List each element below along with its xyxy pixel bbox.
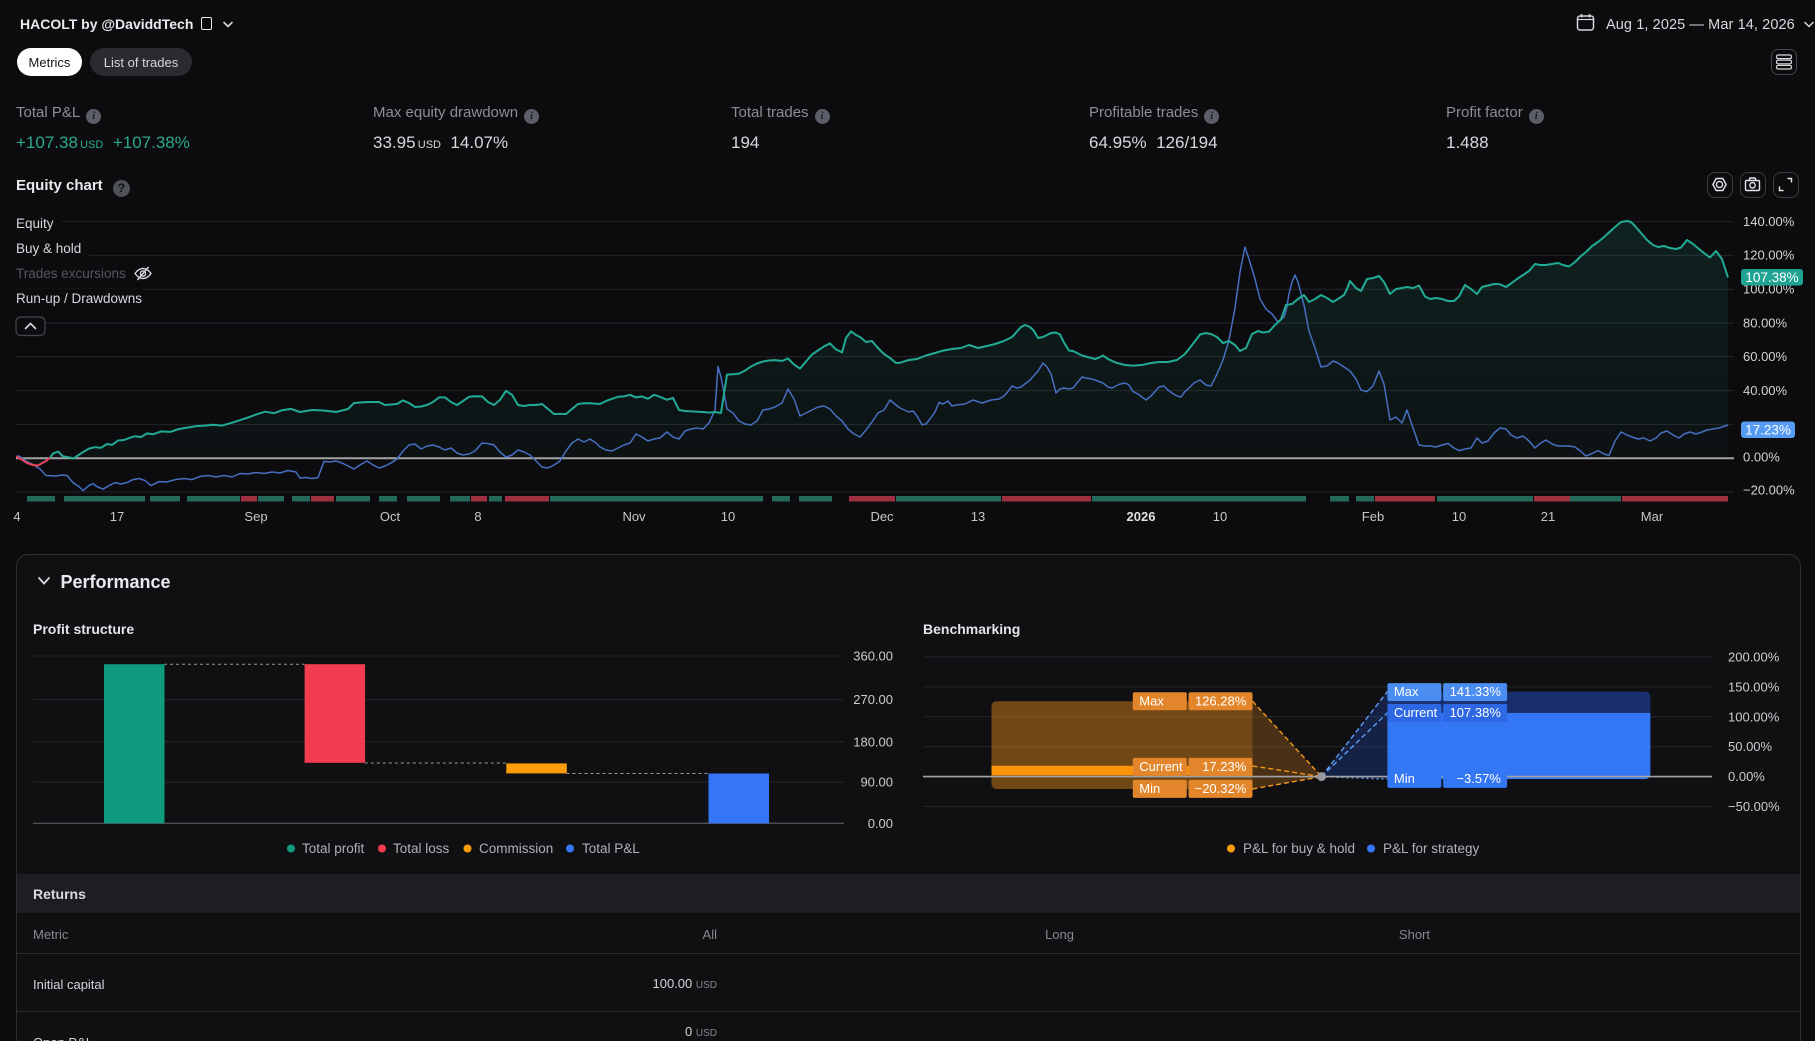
svg-text:141.33%: 141.33% [1450, 684, 1502, 699]
svg-text:Trades excursions: Trades excursions [16, 266, 126, 281]
svg-text:Nov: Nov [622, 509, 646, 524]
svg-text:10: 10 [721, 509, 735, 524]
svg-text:Feb: Feb [1362, 509, 1384, 524]
svg-text:10: 10 [1213, 509, 1227, 524]
svg-text:Min: Min [1394, 771, 1415, 786]
svg-text:360.00: 360.00 [853, 649, 893, 664]
svg-text:140.00%: 140.00% [1743, 214, 1795, 229]
svg-text:126.28%: 126.28% [1195, 693, 1247, 708]
svg-text:0.00: 0.00 [868, 816, 893, 831]
svg-text:−3.57%: −3.57% [1456, 771, 1501, 786]
svg-text:200.00%: 200.00% [1728, 650, 1780, 665]
svg-text:Commission: Commission [479, 841, 553, 856]
svg-text:Total profit: Total profit [302, 841, 365, 856]
svg-text:100.00%: 100.00% [1728, 709, 1780, 724]
svg-text:Current: Current [1139, 759, 1183, 774]
svg-text:50.00%: 50.00% [1728, 739, 1773, 754]
svg-text:0.00%: 0.00% [1743, 450, 1780, 465]
svg-text:Run-up / Drawdowns: Run-up / Drawdowns [16, 291, 142, 306]
svg-text:P&L for strategy: P&L for strategy [1383, 841, 1480, 856]
svg-text:Mar: Mar [1641, 509, 1664, 524]
svg-text:Oct: Oct [380, 509, 401, 524]
svg-text:13: 13 [971, 509, 985, 524]
svg-text:180.00: 180.00 [853, 734, 893, 749]
svg-text:4: 4 [13, 509, 20, 524]
svg-text:17.23%: 17.23% [1745, 422, 1791, 437]
svg-text:−20.32%: −20.32% [1195, 781, 1247, 796]
svg-text:Sep: Sep [244, 509, 267, 524]
svg-text:Min: Min [1139, 781, 1160, 796]
svg-text:Total loss: Total loss [393, 841, 450, 856]
svg-text:Max: Max [1139, 693, 1164, 708]
svg-text:107.38%: 107.38% [1745, 270, 1798, 285]
svg-text:270.00: 270.00 [853, 692, 893, 707]
svg-text:Total P&L: Total P&L [582, 841, 640, 856]
svg-text:21: 21 [1541, 509, 1555, 524]
svg-text:Max: Max [1394, 684, 1419, 699]
svg-text:8: 8 [474, 509, 481, 524]
svg-text:P&L for buy & hold: P&L for buy & hold [1243, 841, 1355, 856]
svg-text:107.38%: 107.38% [1450, 705, 1502, 720]
svg-text:2026: 2026 [1127, 509, 1156, 524]
svg-text:Equity: Equity [16, 216, 54, 231]
svg-text:Dec: Dec [870, 509, 894, 524]
svg-text:120.00%: 120.00% [1743, 248, 1795, 263]
svg-text:17.23%: 17.23% [1202, 759, 1247, 774]
svg-text:17: 17 [110, 509, 124, 524]
svg-text:10: 10 [1452, 509, 1466, 524]
svg-text:60.00%: 60.00% [1743, 349, 1788, 364]
svg-text:0.00%: 0.00% [1728, 769, 1765, 784]
svg-text:−50.00%: −50.00% [1728, 799, 1780, 814]
svg-text:Buy & hold: Buy & hold [16, 241, 81, 256]
svg-text:80.00%: 80.00% [1743, 315, 1788, 330]
svg-text:90.00: 90.00 [860, 775, 893, 790]
svg-text:Current: Current [1394, 705, 1438, 720]
svg-text:−20.00%: −20.00% [1743, 483, 1795, 498]
svg-text:150.00%: 150.00% [1728, 679, 1780, 694]
svg-text:40.00%: 40.00% [1743, 383, 1788, 398]
